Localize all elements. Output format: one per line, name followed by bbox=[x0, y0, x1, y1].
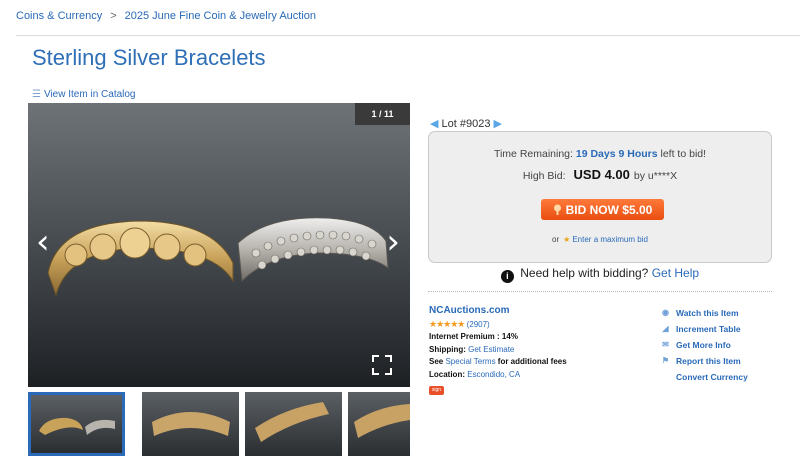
shipping-estimate-link[interactable]: Get Estimate bbox=[468, 345, 514, 354]
get-more-info-link[interactable]: ✉ Get More Info bbox=[659, 337, 748, 353]
thumbnail-2[interactable] bbox=[142, 392, 239, 456]
photo-counter: 1 / 11 bbox=[355, 103, 410, 125]
sign-badge: sign bbox=[429, 386, 444, 395]
premium-value: 14% bbox=[501, 332, 518, 341]
shipping-label: Shipping: bbox=[429, 344, 466, 354]
location-label: Location: bbox=[429, 369, 465, 379]
seller-name-link[interactable]: NCAuctions.com bbox=[429, 305, 510, 316]
bracelets-image bbox=[47, 217, 389, 297]
page-title: Sterling Silver Bracelets bbox=[32, 45, 266, 70]
convert-currency-label: Convert Currency bbox=[676, 372, 748, 382]
rating-stars: ★★★★★ bbox=[429, 318, 465, 329]
flag-icon: ⚑ bbox=[661, 356, 670, 365]
enter-max-bid-link[interactable]: Enter a maximum bid bbox=[572, 235, 648, 244]
get-more-info-label: Get More Info bbox=[676, 340, 731, 350]
breadcrumb-auction[interactable]: 2025 June Fine Coin & Jewelry Auction bbox=[125, 10, 316, 22]
star-icon: ★ bbox=[563, 235, 571, 244]
view-in-catalog-link[interactable]: ☰ View Item in Catalog bbox=[32, 89, 136, 100]
bid-now-label: BID NOW $5.00 bbox=[565, 202, 653, 217]
main-photo[interactable]: 1 / 11 ‹ › bbox=[28, 103, 410, 387]
time-remaining-value: 19 Days 9 Hours bbox=[575, 148, 658, 160]
next-lot-arrow-icon[interactable]: ▶ bbox=[494, 118, 502, 130]
view-in-catalog-label: View Item in Catalog bbox=[43, 89, 136, 100]
report-item-link[interactable]: ⚑ Report this Item bbox=[659, 353, 748, 369]
time-remaining: Time Remaining: 19 Days 9 Hours left to … bbox=[429, 148, 771, 160]
gavel-icon bbox=[553, 204, 561, 215]
terms-suffix: for additional fees bbox=[497, 357, 567, 366]
high-bid-label: High Bid: bbox=[522, 170, 566, 182]
thumbnail-3[interactable] bbox=[245, 392, 342, 456]
list-icon: ☰ bbox=[32, 89, 41, 100]
max-bid-row: or ★ Enter a maximum bid bbox=[429, 235, 771, 244]
time-remaining-label: Time Remaining: bbox=[493, 148, 573, 160]
thumbnail-1[interactable] bbox=[28, 392, 125, 456]
envelope-icon: ✉ bbox=[662, 340, 669, 349]
bidding-help: i Need help with bidding? Get Help bbox=[428, 266, 772, 283]
seller-info: NCAuctions.com ★★★★★ (2907) Internet Pre… bbox=[429, 305, 567, 396]
thumbnail-4[interactable] bbox=[348, 392, 410, 456]
get-help-link[interactable]: Get Help bbox=[652, 266, 699, 280]
eye-icon: ◉ bbox=[662, 308, 669, 317]
section-divider bbox=[428, 291, 772, 292]
item-actions: ◉ Watch this Item ◢ Increment Table ✉ Get M… bbox=[659, 305, 748, 385]
high-bidder: by u****X bbox=[633, 170, 678, 182]
breadcrumb-coins-currency[interactable]: Coins & Currency bbox=[16, 10, 102, 22]
lot-navigation: ◀ Lot #9023 ▶ bbox=[430, 117, 502, 130]
previous-lot-arrow-icon[interactable]: ◀ bbox=[430, 118, 438, 130]
time-remaining-suffix: left to bid! bbox=[660, 148, 707, 160]
help-text: Need help with bidding? bbox=[520, 266, 649, 280]
watch-item-link[interactable]: ◉ Watch this Item bbox=[659, 305, 748, 321]
watch-item-label: Watch this Item bbox=[676, 308, 739, 318]
bid-now-button[interactable]: BID NOW $5.00 bbox=[541, 199, 664, 220]
chart-icon: ◢ bbox=[662, 324, 669, 333]
breadcrumb-separator: > bbox=[110, 10, 117, 22]
high-bid-amount: USD 4.00 bbox=[573, 167, 630, 182]
special-terms-link[interactable]: Special Terms bbox=[445, 357, 495, 366]
location-link[interactable]: Escondido, CA bbox=[467, 370, 520, 379]
increment-table-label: Increment Table bbox=[676, 324, 741, 334]
premium-label: Internet Premium : bbox=[429, 332, 500, 341]
terms-prefix: See bbox=[429, 357, 444, 366]
header-divider bbox=[16, 35, 800, 36]
next-photo-arrow-icon[interactable]: › bbox=[386, 225, 400, 259]
previous-photo-arrow-icon[interactable]: ‹ bbox=[36, 225, 50, 259]
breadcrumb: Coins & Currency >2025 June Fine Coin & J… bbox=[16, 10, 316, 22]
rating-count-link[interactable]: (2907) bbox=[467, 320, 490, 329]
convert-currency-link[interactable]: Convert Currency bbox=[659, 369, 748, 385]
high-bid: High Bid: USD 4.00 by u****X bbox=[429, 167, 771, 182]
increment-table-link[interactable]: ◢ Increment Table bbox=[659, 321, 748, 337]
fullscreen-icon[interactable] bbox=[372, 355, 392, 375]
report-item-label: Report this Item bbox=[676, 356, 741, 366]
bid-panel: Time Remaining: 19 Days 9 Hours left to … bbox=[428, 131, 772, 263]
thumbnail-strip bbox=[28, 392, 410, 456]
lot-number: Lot #9023 bbox=[441, 118, 491, 130]
max-bid-prefix: or bbox=[552, 235, 560, 244]
info-icon: i bbox=[500, 270, 514, 283]
